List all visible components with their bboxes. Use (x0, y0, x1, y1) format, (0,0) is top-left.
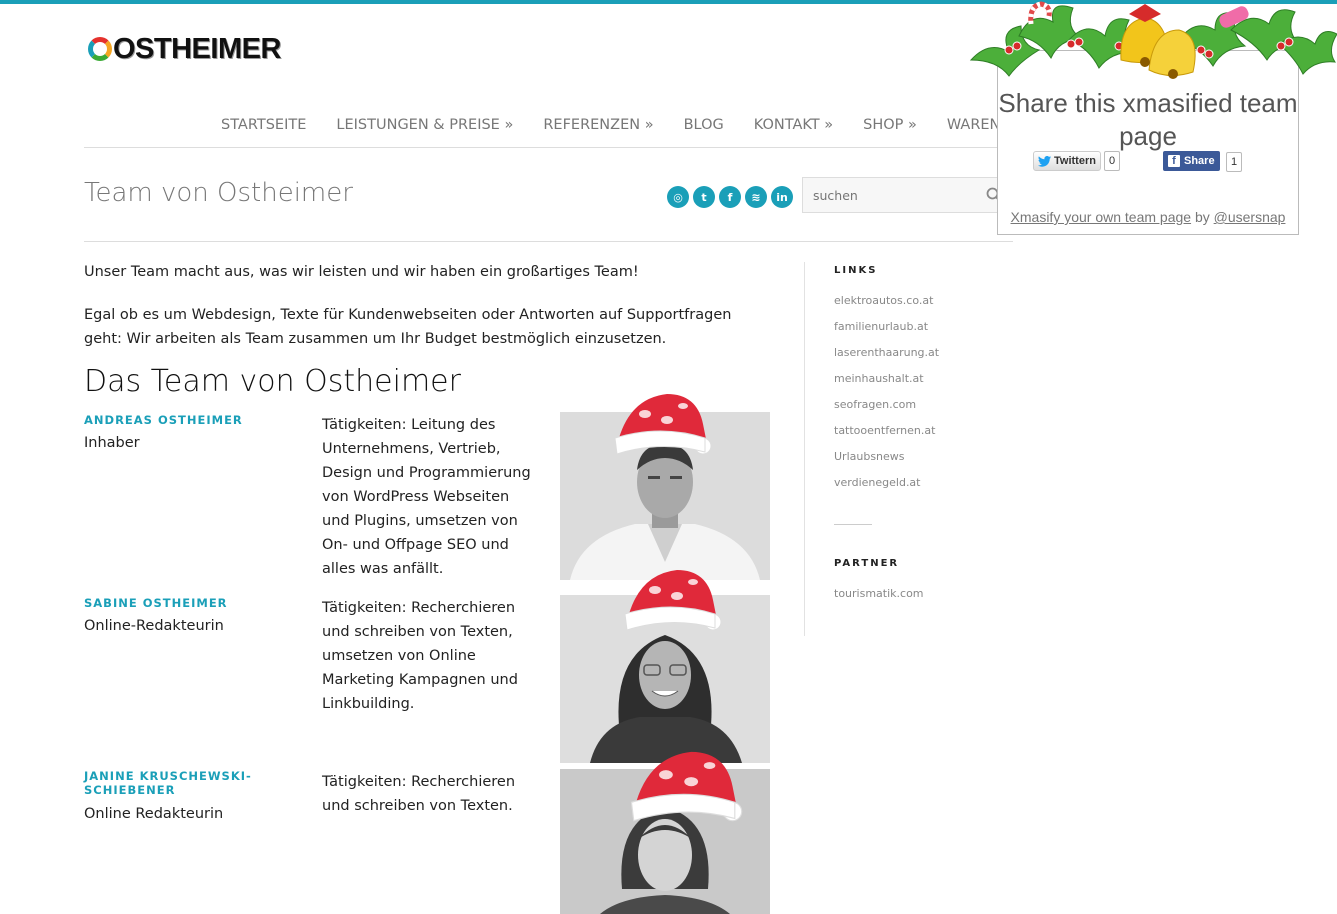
facebook-icon: f (1168, 155, 1180, 167)
sidebar-link[interactable]: seofragen.com (834, 398, 916, 411)
twitter-share-count: 0 (1104, 151, 1121, 171)
title-divider (84, 241, 1013, 242)
nav-item-blog[interactable]: BLOG (684, 117, 724, 133)
facebook-share-button[interactable]: f Share (1163, 151, 1220, 171)
intro-paragraph-1: Unser Team macht aus, was wir leisten un… (84, 264, 639, 280)
social-icons: ◎ t f ≋ in (667, 186, 797, 208)
twitter-share-button[interactable]: Twittern (1033, 151, 1101, 171)
holly-decoration-icon (969, 1, 1337, 79)
nav-item-leistungen[interactable]: LEISTUNGEN & PREISE » (336, 117, 513, 133)
member-name: ANDREAS OSTHEIMER (84, 413, 243, 427)
member-role: Online Redakteurin (84, 806, 224, 822)
sidebar-link[interactable]: laserenthaarung.at (834, 346, 939, 359)
main-navigation: STARTSEITE LEISTUNGEN & PREISE » REFEREN… (221, 117, 1041, 133)
santa-hat-icon (630, 751, 743, 822)
usersnap-link[interactable]: @usersnap (1214, 209, 1286, 225)
search-box (802, 177, 1013, 213)
xmasify-link[interactable]: Xmasify your own team page (1011, 209, 1192, 225)
dribbble-icon[interactable]: ◎ (667, 186, 689, 208)
site-logo[interactable]: OSTHEIMER (88, 33, 281, 65)
sidebar-divider (804, 262, 805, 636)
nav-item-shop[interactable]: SHOP » (863, 117, 917, 133)
member-tasks: Tätigkeiten: Recherchieren und schreiben… (322, 600, 518, 712)
header-divider (84, 147, 1013, 148)
intro-paragraph-2: Egal ob es um Webdesign, Texte für Kunde… (84, 307, 732, 347)
footer-by-text: by (1194, 209, 1210, 225)
sidebar-link[interactable]: meinhaushalt.at (834, 372, 924, 385)
member-tasks: Tätigkeiten: Leitung des Unternehmens, V… (322, 417, 531, 577)
share-popup-footer: Xmasify your own team page by @usersnap (998, 209, 1298, 225)
sidebar-partner-heading: PARTNER (834, 558, 900, 569)
nav-item-kontakt[interactable]: KONTAKT » (754, 117, 833, 133)
sidebar-link[interactable]: elektroautos.co.at (834, 294, 933, 307)
twitter-share-label: Twittern (1054, 155, 1096, 167)
sidebar-link[interactable]: verdienegeld.at (834, 476, 921, 489)
sidebar-link[interactable]: Urlaubsnews (834, 450, 905, 463)
nav-item-startseite[interactable]: STARTSEITE (221, 117, 306, 133)
logo-wordmark: OSTHEIMER (113, 33, 281, 65)
facebook-share-label: Share (1184, 155, 1215, 167)
logo-ring-icon (88, 37, 112, 61)
page-title: Team von Ostheimer (84, 178, 353, 208)
sidebar-partner-link[interactable]: tourismatik.com (834, 587, 924, 600)
search-input[interactable] (803, 178, 993, 212)
linkedin-icon[interactable]: in (771, 186, 793, 208)
nav-item-referenzen[interactable]: REFERENZEN » (543, 117, 653, 133)
sidebar-link[interactable]: tattooentfernen.at (834, 424, 935, 437)
rss-icon[interactable]: ≋ (745, 186, 767, 208)
member-tasks: Tätigkeiten: Recherchieren und schreiben… (322, 774, 516, 814)
santa-hat-icon (614, 394, 712, 455)
sidebar-separator (834, 524, 872, 525)
member-role: Inhaber (84, 435, 140, 451)
member-role: Online-Redakteurin (84, 618, 224, 634)
twitter-bird-icon (1038, 155, 1051, 167)
facebook-icon[interactable]: f (719, 186, 741, 208)
facebook-share-count: 1 (1226, 152, 1243, 172)
sidebar-link[interactable]: familienurlaub.at (834, 320, 928, 333)
santa-hat-icon (624, 570, 722, 631)
sidebar-links-heading: LINKS (834, 265, 878, 276)
twitter-icon[interactable]: t (693, 186, 715, 208)
share-popup-title: Share this xmasified team page (998, 88, 1298, 151)
member-name: JANINE KRUSCHEWSKI-SCHIEBENER (84, 769, 252, 797)
team-heading: Das Team von Ostheimer (84, 364, 461, 399)
member-name: SABINE OSTHEIMER (84, 596, 228, 610)
